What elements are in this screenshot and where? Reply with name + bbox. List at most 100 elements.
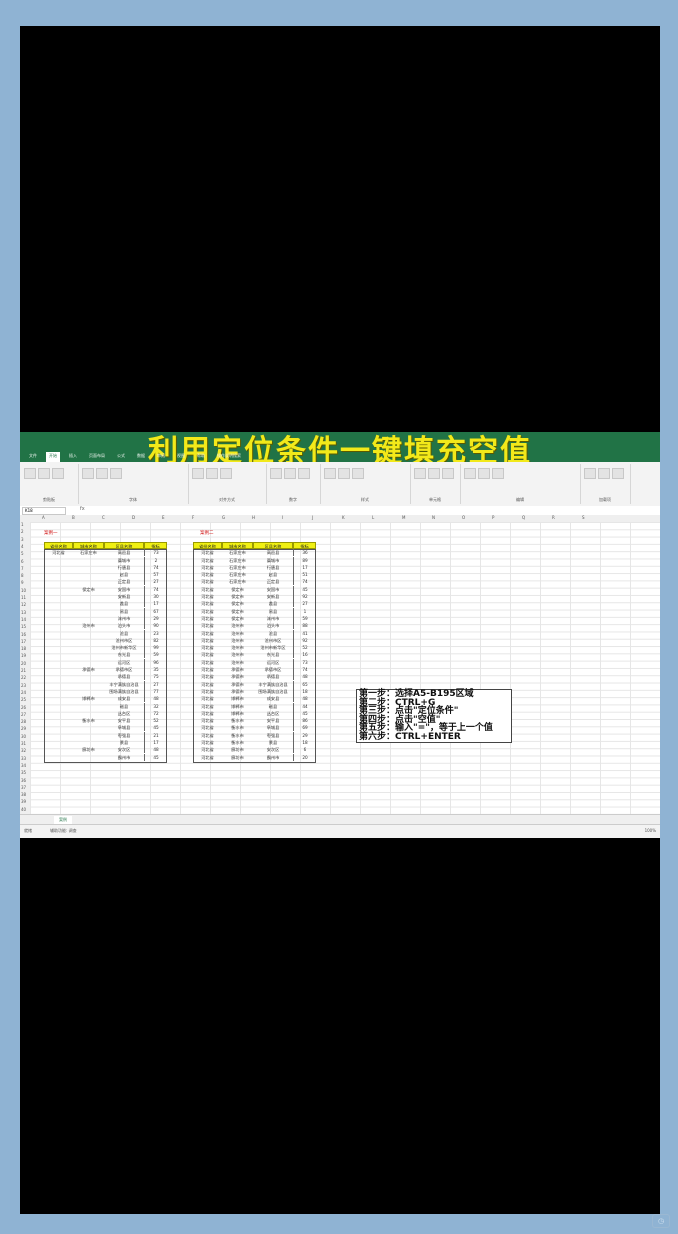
ribbon-tab[interactable]: 插入 — [66, 452, 80, 462]
right-table-cell[interactable]: 运河区 — [253, 659, 293, 666]
right-table-cell[interactable]: 行唐县 — [253, 564, 293, 571]
left-table-cell[interactable]: 21 — [144, 731, 167, 739]
right-table-cell[interactable]: 安次区 — [253, 746, 293, 753]
left-table-cell[interactable] — [44, 673, 73, 680]
left-table-cell[interactable]: 90 — [144, 622, 167, 630]
row-header[interactable]: 1 — [21, 522, 24, 527]
right-table-cell[interactable]: 74 — [293, 666, 316, 673]
right-table-cell[interactable]: 石家庄市 — [222, 557, 253, 564]
row-header[interactable]: 31 — [21, 741, 26, 746]
right-table-cell[interactable]: 河北省 — [193, 651, 222, 658]
right-table-cell[interactable]: 河北省 — [193, 732, 222, 739]
left-table-cell[interactable] — [44, 578, 73, 585]
right-table-cell[interactable]: 河北省 — [193, 754, 222, 761]
right-table-cell[interactable]: 88 — [293, 622, 316, 630]
left-table-cell[interactable] — [73, 732, 104, 739]
column-header[interactable]: M — [402, 515, 405, 520]
left-table-cell[interactable]: 保定市 — [73, 586, 104, 593]
right-table-cell[interactable]: 廊坊市 — [222, 746, 253, 753]
left-table-cell[interactable]: 48 — [144, 695, 167, 703]
left-table-cell[interactable]: 安平县 — [104, 717, 144, 724]
right-table-cell[interactable]: 安平县 — [253, 717, 293, 724]
right-table-cell[interactable]: 河北省 — [193, 717, 222, 724]
row-header[interactable]: 16 — [21, 632, 26, 637]
right-table-cell[interactable]: 围场满族自治县 — [253, 688, 293, 695]
left-table-cell[interactable] — [73, 688, 104, 695]
left-table-cell[interactable] — [44, 557, 73, 564]
row-header[interactable]: 22 — [21, 675, 26, 680]
left-table-cell[interactable]: 23 — [144, 629, 167, 637]
column-header[interactable]: P — [492, 515, 494, 520]
left-table-cell[interactable] — [44, 600, 73, 607]
left-table-cell[interactable]: 48 — [144, 746, 167, 754]
left-table-cell[interactable] — [73, 673, 104, 680]
left-table-cell[interactable]: 高邑县 — [104, 549, 144, 556]
left-table-cell[interactable] — [73, 571, 104, 578]
right-table-cell[interactable]: 河北省 — [193, 681, 222, 688]
ribbon-button[interactable] — [52, 468, 64, 479]
right-table-cell[interactable]: 16 — [293, 651, 316, 659]
zoom-level[interactable]: 100% — [645, 828, 656, 833]
right-table-cell[interactable]: 73 — [293, 658, 316, 666]
right-table-cell[interactable]: 河北省 — [193, 586, 222, 593]
right-table-cell[interactable]: 1 — [293, 607, 316, 615]
right-table-cell[interactable]: 6 — [293, 746, 316, 754]
left-table-cell[interactable] — [44, 681, 73, 688]
right-table-cell[interactable]: 保定市 — [222, 600, 253, 607]
right-table-cell[interactable]: 沧州市 — [222, 651, 253, 658]
right-table-cell[interactable]: 蠡县 — [253, 600, 293, 607]
name-box[interactable]: K18 — [22, 507, 66, 515]
left-table-cell[interactable]: 72 — [144, 709, 167, 717]
ribbon-button[interactable] — [598, 468, 610, 479]
right-table-cell[interactable]: 沧州市 — [222, 659, 253, 666]
right-table-cell[interactable]: 河北省 — [193, 600, 222, 607]
right-table-cell[interactable]: 52 — [293, 644, 316, 652]
right-table-cell[interactable]: 藁城市 — [253, 557, 293, 564]
row-header[interactable]: 4 — [21, 544, 24, 549]
row-header[interactable]: 37 — [21, 785, 26, 790]
right-table-cell[interactable]: 92 — [293, 636, 316, 644]
column-header[interactable]: D — [132, 515, 135, 520]
left-table-cell[interactable]: 赵县 — [104, 571, 144, 578]
right-table-cell[interactable]: 92 — [293, 593, 316, 600]
left-table-cell[interactable]: 52 — [144, 717, 167, 725]
left-table-cell[interactable]: 丛台区 — [104, 710, 144, 717]
right-table-cell[interactable]: 邯郸市 — [222, 695, 253, 702]
ribbon-button[interactable] — [414, 468, 426, 479]
left-table-cell[interactable] — [73, 578, 104, 585]
ribbon-tab[interactable]: 页面布局 — [86, 452, 108, 462]
left-table-cell[interactable] — [44, 608, 73, 615]
right-table-cell[interactable]: 44 — [293, 702, 316, 710]
row-header[interactable]: 29 — [21, 726, 26, 731]
left-table-cell[interactable] — [73, 557, 104, 564]
left-table-cell[interactable] — [44, 688, 73, 695]
left-table-cell[interactable] — [73, 703, 104, 710]
status-accessibility[interactable]: 辅助功能: 调查 — [50, 828, 77, 834]
right-table-cell[interactable]: 河北省 — [193, 578, 222, 585]
row-header[interactable]: 33 — [21, 756, 26, 761]
right-table-cell[interactable]: 承德市 — [222, 673, 253, 680]
left-table-cell[interactable]: 磁县 — [104, 703, 144, 710]
ribbon-button[interactable] — [270, 468, 282, 479]
row-header[interactable]: 9 — [21, 580, 24, 585]
ribbon-button[interactable] — [612, 468, 624, 479]
right-table-cell[interactable]: 承德市 — [222, 666, 253, 673]
left-table-cell[interactable] — [44, 644, 73, 651]
right-table-cell[interactable]: 河北省 — [193, 637, 222, 644]
right-table-cell[interactable]: 东光县 — [253, 651, 293, 658]
right-table-cell[interactable]: 河北省 — [193, 688, 222, 695]
left-table-cell[interactable]: 73 — [144, 549, 167, 557]
right-table-cell[interactable]: 59 — [293, 614, 316, 622]
left-table-cell[interactable] — [44, 703, 73, 710]
row-header[interactable]: 24 — [21, 690, 26, 695]
ribbon-button[interactable] — [96, 468, 108, 479]
ribbon-button[interactable] — [82, 468, 94, 479]
right-table-cell[interactable]: 赵县 — [253, 571, 293, 578]
left-table-cell[interactable] — [44, 615, 73, 622]
row-header[interactable]: 19 — [21, 653, 26, 658]
right-table-cell[interactable]: 45 — [293, 585, 316, 593]
right-table-cell[interactable]: 涞州市 — [253, 615, 293, 622]
left-table-cell[interactable]: 景县 — [104, 739, 144, 746]
ribbon-button[interactable] — [220, 468, 232, 479]
row-header[interactable]: 15 — [21, 624, 26, 629]
